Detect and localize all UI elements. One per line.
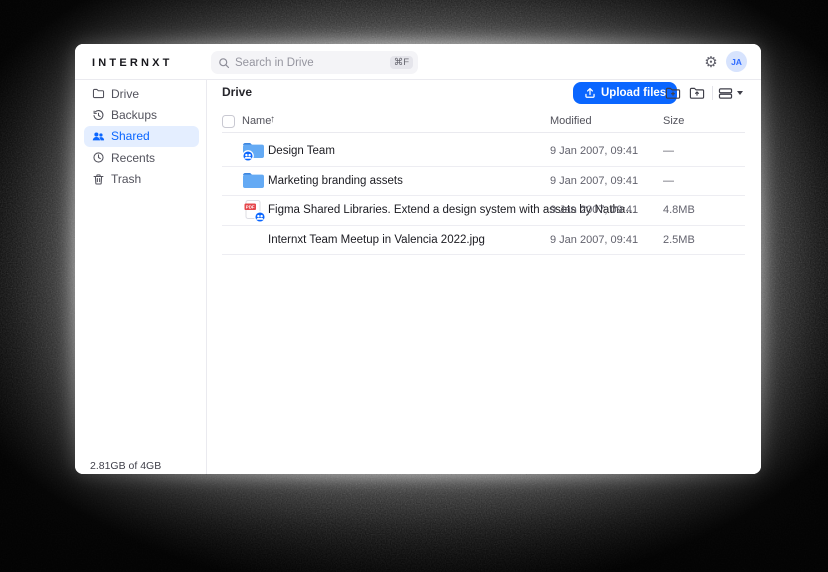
- storage-usage-label: 2.81GB of 4GB: [90, 460, 161, 472]
- top-bar: INTERNXT ⌘F ⚙ JA: [75, 44, 761, 80]
- sidebar-item-label: Shared: [111, 129, 150, 143]
- users-icon: [92, 130, 105, 143]
- breadcrumb[interactable]: Drive: [222, 85, 252, 99]
- sidebar-nav: Drive Backups: [84, 83, 199, 190]
- search-shortcut-badge: ⌘F: [390, 56, 413, 70]
- upload-files-label: Upload files: [601, 87, 666, 99]
- folder-icon: [242, 170, 266, 192]
- file-modified: 9 Jan 2007, 09:41: [550, 175, 638, 187]
- sidebar-item-shared[interactable]: Shared: [84, 126, 199, 147]
- list-view-icon: [718, 87, 733, 100]
- file-modified: 9 Jan 2007, 09:41: [550, 204, 638, 216]
- column-header-size[interactable]: Size: [663, 115, 684, 127]
- column-header-modified[interactable]: Modified: [550, 115, 592, 127]
- folder-icon: [92, 87, 105, 100]
- sidebar-item-label: Drive: [111, 87, 139, 101]
- table-header: Name ↑ Modified Size: [222, 110, 745, 133]
- upload-folder-button[interactable]: [688, 84, 706, 102]
- avatar[interactable]: JA: [726, 51, 747, 72]
- backup-clock-icon: [92, 109, 105, 122]
- file-size: 4.8MB: [663, 204, 695, 216]
- file-size: 2.5MB: [663, 234, 695, 246]
- file-modified: 9 Jan 2007, 09:41: [550, 145, 638, 157]
- chevron-down-icon: [737, 91, 743, 95]
- view-mode-toggle[interactable]: [718, 84, 744, 102]
- shared-folder-icon: [242, 140, 266, 162]
- upload-icon: [584, 87, 596, 99]
- sort-ascending-icon[interactable]: ↑: [270, 114, 275, 125]
- file-list: Design Team 9 Jan 2007, 09:41 — Marketin…: [222, 137, 745, 255]
- toolbar-divider: [712, 86, 713, 100]
- file-name: Marketing branding assets: [268, 175, 403, 187]
- pdf-badge-label: PDF: [246, 205, 255, 210]
- table-row[interactable]: PDF Figma Shared Libraries. Extend a des…: [222, 196, 745, 226]
- internxt-drive-window: INTERNXT ⌘F ⚙ JA Drive: [75, 44, 761, 474]
- file-size: —: [663, 175, 674, 187]
- file-modified: 9 Jan 2007, 09:41: [550, 234, 638, 246]
- sidebar-item-label: Trash: [111, 172, 141, 186]
- clock-icon: [92, 151, 105, 164]
- search-input[interactable]: [235, 57, 385, 69]
- settings-button[interactable]: ⚙: [701, 52, 721, 72]
- sidebar-item-backups[interactable]: Backups: [84, 104, 199, 125]
- sidebar-item-label: Recents: [111, 151, 155, 165]
- table-row[interactable]: Design Team 9 Jan 2007, 09:41 —: [222, 137, 745, 167]
- sidebar-item-label: Backups: [111, 108, 157, 122]
- create-folder-button[interactable]: [664, 84, 682, 102]
- table-row[interactable]: Marketing branding assets 9 Jan 2007, 09…: [222, 167, 745, 197]
- search-icon: [218, 57, 230, 69]
- file-name: Internxt Team Meetup in Valencia 2022.jp…: [268, 234, 485, 246]
- file-size: —: [663, 145, 674, 157]
- trash-icon: [92, 173, 105, 186]
- sidebar-item-trash[interactable]: Trash: [84, 169, 199, 190]
- select-all-checkbox[interactable]: [222, 115, 235, 128]
- gear-icon: ⚙: [704, 53, 717, 71]
- sidebar-item-drive[interactable]: Drive: [84, 83, 199, 104]
- search-bar[interactable]: ⌘F: [211, 51, 418, 74]
- internxt-logo: INTERNXT: [92, 57, 173, 69]
- column-header-name[interactable]: Name: [242, 115, 271, 127]
- folder-plus-icon: [665, 86, 681, 100]
- upload-files-button[interactable]: Upload files: [573, 82, 677, 104]
- sidebar-item-recents[interactable]: Recents: [84, 147, 199, 168]
- file-name: Design Team: [268, 145, 335, 157]
- folder-arrow-up-icon: [689, 86, 705, 100]
- screenshot-stage: INTERNXT ⌘F ⚙ JA Drive: [0, 0, 828, 572]
- main-panel: Drive Upload files: [207, 80, 761, 474]
- table-row[interactable]: Internxt Team Meetup in Valencia 2022.jp…: [222, 226, 745, 256]
- sidebar: Drive Backups: [75, 80, 207, 474]
- shared-pdf-icon: PDF: [242, 199, 266, 223]
